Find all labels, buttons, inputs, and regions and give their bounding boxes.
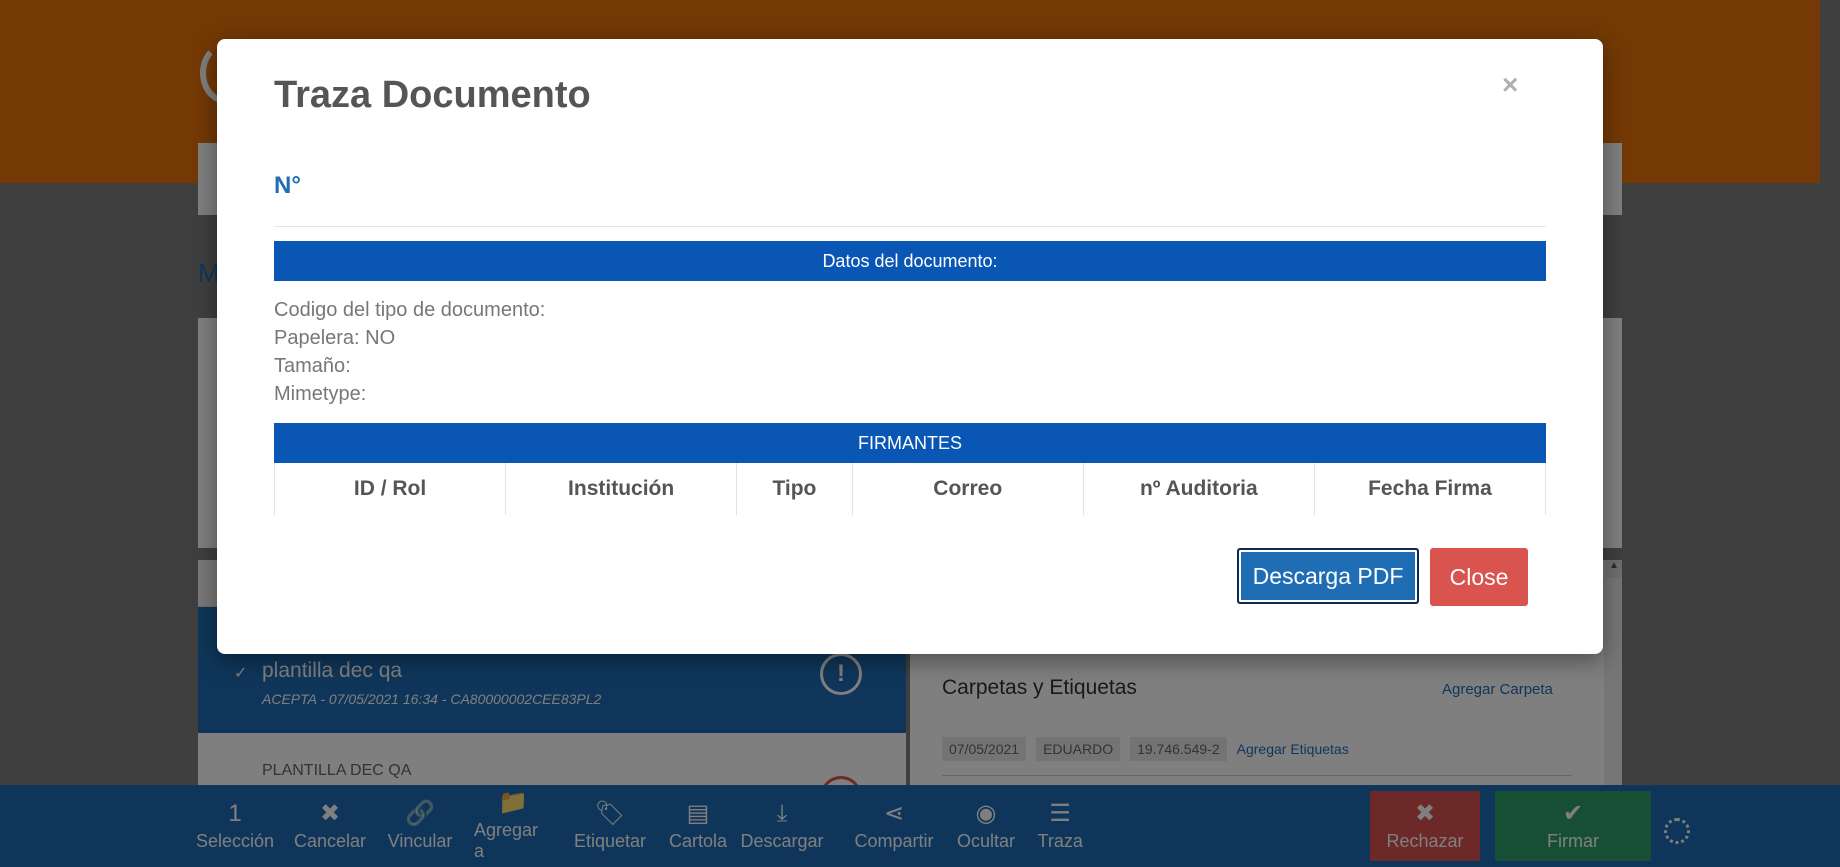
close-icon[interactable]: × xyxy=(1502,69,1518,101)
trace-document-modal: Traza Documento × N° Datos del documento… xyxy=(217,39,1603,654)
column-institution: Institución xyxy=(505,463,738,515)
signers-header: FIRMANTES xyxy=(274,423,1546,463)
signers-table: ID / Rol Institución Tipo Correo nº Audi… xyxy=(273,463,1547,515)
field-mimetype: Mimetype: xyxy=(274,383,367,405)
field-size: Tamaño: xyxy=(274,355,351,377)
modal-divider xyxy=(274,226,1546,227)
column-audit-number: nº Auditoria xyxy=(1082,463,1315,515)
field-trash: Papelera: NO xyxy=(274,327,396,349)
column-sign-date: Fecha Firma xyxy=(1313,463,1547,515)
field-document-type-code: Codigo del tipo de documento: xyxy=(274,299,546,321)
column-id-role: ID / Rol xyxy=(273,463,507,515)
document-fields: Codigo del tipo de documento: Papelera: … xyxy=(274,296,545,408)
document-number: N° xyxy=(274,172,301,199)
column-email: Correo xyxy=(851,463,1084,515)
column-type: Tipo xyxy=(736,463,853,515)
document-data-header: Datos del documento: xyxy=(274,241,1546,281)
modal-title: Traza Documento xyxy=(274,74,591,116)
download-pdf-button[interactable]: Descarga PDF xyxy=(1237,548,1419,604)
close-button[interactable]: Close xyxy=(1430,548,1528,606)
